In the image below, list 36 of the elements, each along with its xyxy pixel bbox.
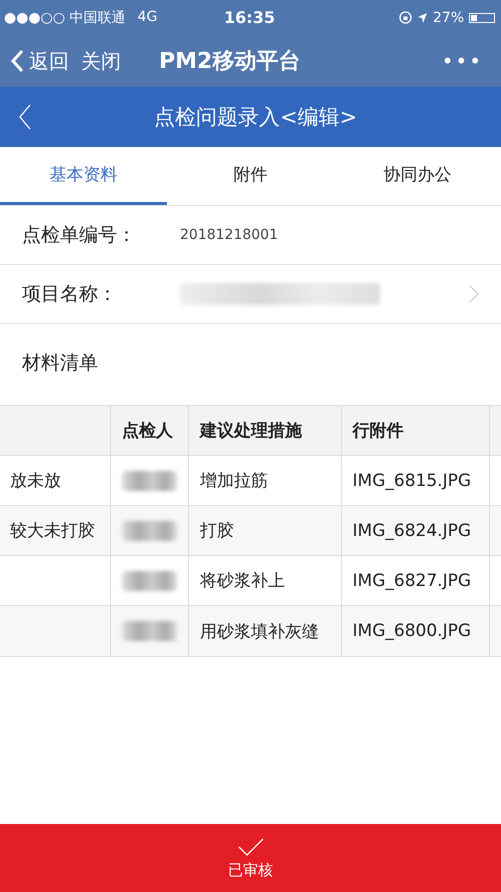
tab[interactable]: 附件 [167,147,334,205]
close-button[interactable]: 关闭 [81,48,121,74]
field-value: 20181218001 [180,227,278,243]
table-cell-text: 打胶 [200,520,234,542]
battery-icon [469,12,495,22]
back-icon[interactable] [18,104,32,130]
battery-text: 27% [432,10,464,26]
time-text: 16:35 [224,8,275,27]
column-header: 行附件 [352,420,404,442]
section-title: 材料清单 [22,351,98,376]
back-button[interactable]: 返回 [10,48,69,74]
tab[interactable]: 基本资料 [0,147,167,205]
app-title: PM2移动平台 [159,48,302,76]
lock-icon [398,11,412,24]
approved-button[interactable]: 已审核 [0,824,501,892]
chevron-icon [10,49,24,73]
table-cell: IMG_6824.JPG [352,520,472,540]
table-cell-text: 将砂浆补上 [200,570,286,592]
page-title: 点检问题录入<编辑> [154,104,358,131]
table-cell-text: 较大未打胶 [10,520,95,542]
column-header: 点检人 [122,420,173,442]
more-button[interactable]: ••• [442,49,483,73]
table-cell: IMG_6815.JPG [352,470,472,490]
location-icon [416,12,428,24]
table-cell: IMG_6827.JPG [352,570,472,590]
check-icon [236,836,264,856]
field-label: 点检单编号： [22,223,137,248]
table-cell-text: 用砂浆填补灰缝 [200,620,320,642]
column-header: 建议处理措施 [200,420,302,442]
field-label: 项目名称： [22,282,118,307]
network-text: 4G [138,8,158,26]
table-cell: IMG_6800.JPG [352,621,472,641]
carrier-text: ●●●○○ 中国联通 [4,8,126,26]
tab[interactable]: 协同办公 [334,147,501,205]
table-cell-text: 增加拉筋 [200,470,268,492]
table-cell-text: 放未放 [10,470,61,492]
